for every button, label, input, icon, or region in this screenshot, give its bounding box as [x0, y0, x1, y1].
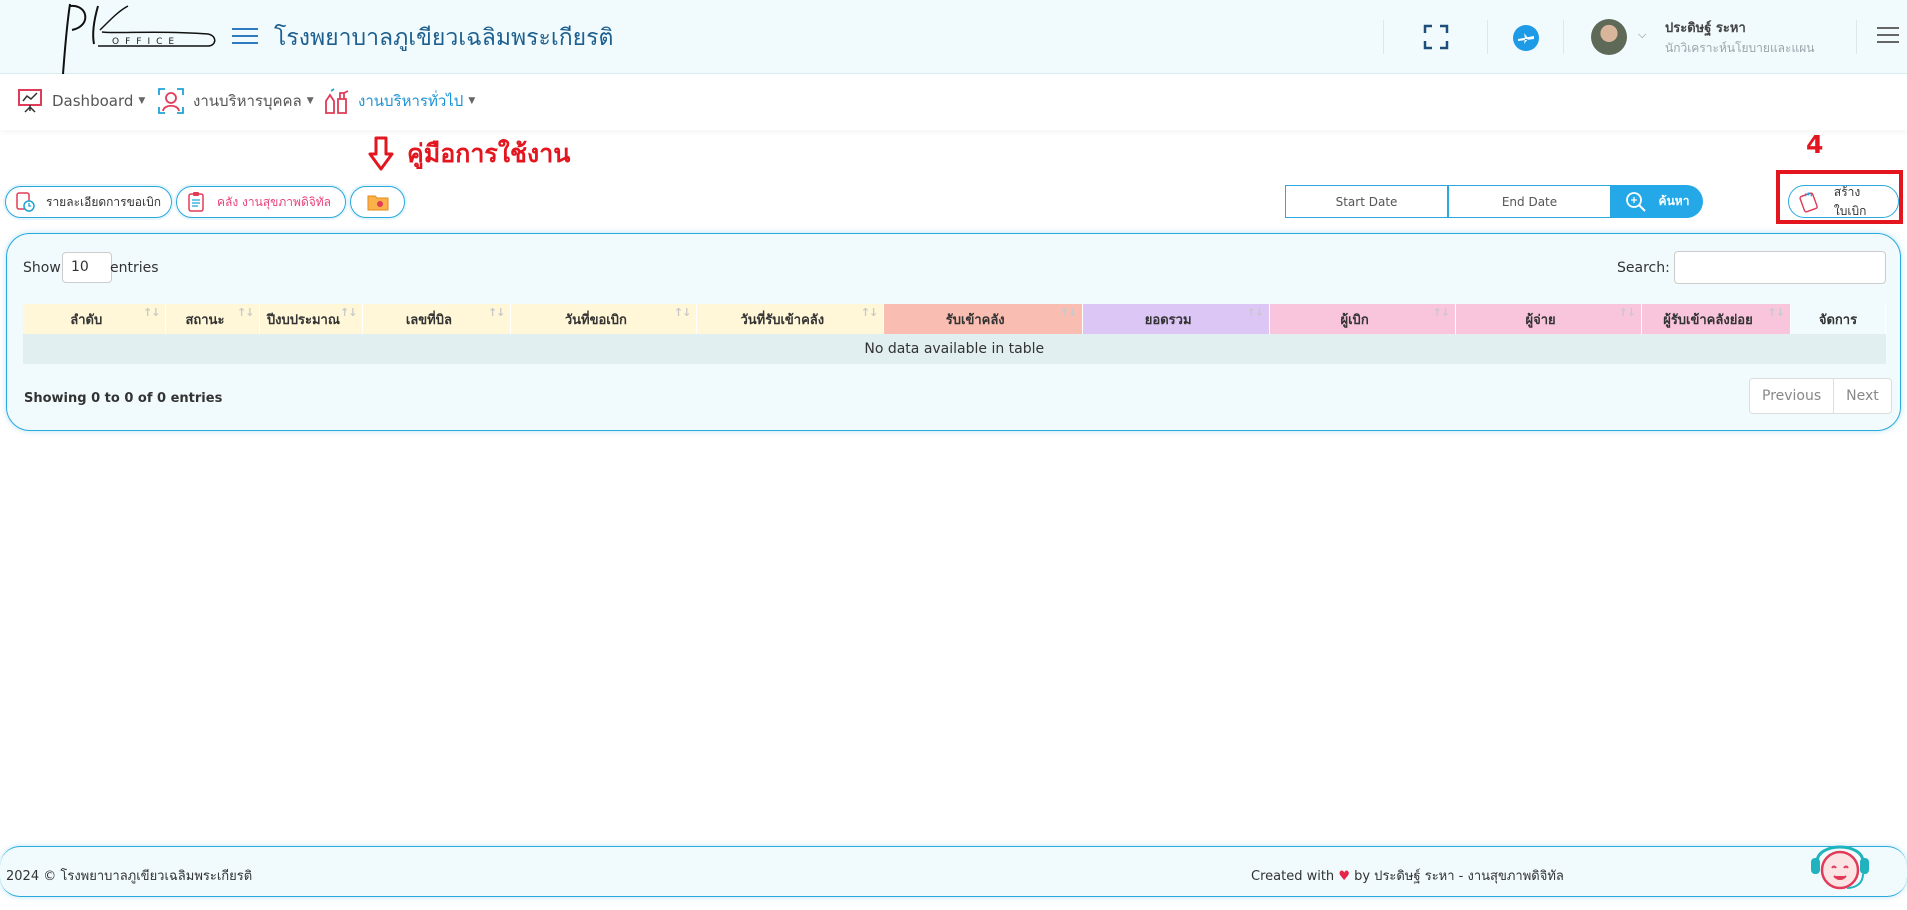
search-icon — [1625, 191, 1646, 212]
chevron-down-icon[interactable]: ⌵ — [1638, 28, 1646, 42]
warehouse-label: คลัง งานสุขภาพดิจิทัล — [217, 194, 332, 209]
main-nav: Dashboard ▼ งานบริหารบุคคล ▼ งานบริหารทั… — [0, 74, 1907, 130]
column-header[interactable]: ผู้รับเข้าคลังย่อย ↑↓ — [1641, 304, 1791, 334]
heart-icon: ♥ — [1338, 869, 1350, 884]
created-with-label: Created with — [1251, 869, 1335, 884]
sort-icon: ↑↓ — [487, 306, 505, 319]
folder-icon — [367, 195, 388, 211]
column-header[interactable]: วันที่รับเข้าคลัง ↑↓ — [696, 304, 885, 334]
footer: 2024 © โรงพยาบาลภูเขียวเฉลิมพระเกียรติ C… — [0, 846, 1907, 897]
credit-author: by ประดิษฐ์ ระหา - งานสุขภาพดิจิทัล — [1354, 869, 1564, 884]
top-header: OFFICE โรงพยาบาลภูเขียวเฉลิมพระเกียรติ ⌵… — [0, 0, 1907, 89]
warehouse-button[interactable]: คลัง งานสุขภาพดิจิทัล — [176, 186, 346, 218]
divider — [1487, 20, 1488, 54]
credit-text: Created with ♥ by ประดิษฐ์ ระหา - งานสุข… — [1251, 865, 1564, 886]
sort-icon: ↑↓ — [237, 306, 254, 319]
copyright-text: 2024 © โรงพยาบาลภูเขียวเฉลิมพระเกียรติ — [6, 869, 253, 884]
sort-icon: ↑↓ — [1618, 306, 1636, 319]
sort-icon: ↑↓ — [1246, 306, 1264, 319]
sort-icon: ↑↓ — [673, 306, 691, 319]
notepad-icon — [1799, 191, 1818, 213]
clipboard-icon — [188, 192, 204, 212]
menu-icon[interactable] — [232, 28, 258, 46]
divider — [1856, 20, 1857, 54]
request-detail-label: รายละเอียดการขอเบิก — [46, 194, 161, 209]
table-search-input[interactable] — [1674, 251, 1886, 284]
sort-icon: ↑↓ — [1432, 306, 1450, 319]
column-header[interactable]: ผู้เบิก ↑↓ — [1269, 304, 1457, 334]
nav-label: งานบริหารทั่วไป — [358, 92, 464, 110]
data-table: ลำดับ ↑↓ สถานะ ↑↓ ปีงบประมาณ ↑↓ เลขที่บิล ↑↓… — [23, 304, 1887, 364]
column-header: จัดการ — [1790, 304, 1887, 334]
create-requisition-button[interactable]: สร้างใบเบิก — [1788, 185, 1899, 218]
sort-icon: ↑↓ — [860, 306, 878, 319]
nav-item-personnel[interactable]: งานบริหารบุคคล ▼ — [157, 86, 314, 116]
table-row: No data available in table — [23, 334, 1886, 364]
page-length-select[interactable]: 10 — [62, 252, 112, 283]
page: OFFICE โรงพยาบาลภูเขียวเฉลิมพระเกียรติ ⌵… — [0, 0, 1907, 910]
nav-item-dashboard[interactable]: Dashboard ▼ — [16, 86, 145, 116]
caret-down-icon: ▼ — [138, 96, 146, 106]
show-label: Show — [23, 260, 61, 276]
sort-icon: ↑↓ — [1059, 306, 1077, 319]
nav-label: Dashboard — [52, 92, 134, 110]
column-header[interactable]: ยอดรวม ↑↓ — [1082, 304, 1271, 334]
sort-icon: ↑↓ — [1767, 306, 1785, 319]
divider — [1383, 20, 1384, 54]
user-name[interactable]: ประดิษฐ์ ระหา — [1665, 17, 1746, 38]
entries-label: entries — [110, 260, 159, 276]
column-header[interactable]: สถานะ ↑↓ — [165, 304, 261, 334]
column-header[interactable]: ปีงบประมาณ ↑↓ — [259, 304, 364, 334]
document-clock-icon — [16, 192, 35, 212]
data-table-panel: Show 10 entries Search: ลำดับ ↑↓ สถานะ ↑↓ … — [6, 233, 1901, 431]
divider — [1563, 20, 1564, 54]
empty-table-message: No data available in table — [23, 334, 1886, 364]
column-header[interactable]: ผู้จ่าย ↑↓ — [1455, 304, 1642, 334]
search-label: Search: — [1617, 260, 1670, 276]
request-detail-button[interactable]: รายละเอียดการขอเบิก — [5, 186, 172, 218]
caret-down-icon: ▼ — [306, 96, 314, 106]
svg-text:OFFICE: OFFICE — [112, 37, 180, 47]
search-button-label: ค้นหา — [1658, 194, 1690, 208]
support-chat-icon[interactable] — [1805, 828, 1875, 902]
cleaning-icon — [325, 88, 349, 114]
column-header[interactable]: เลขที่บิล ↑↓ — [362, 304, 512, 334]
column-header[interactable]: ลำดับ ↑↓ — [23, 304, 167, 334]
caret-down-icon: ▼ — [468, 96, 476, 106]
step-number: 4 — [1806, 130, 1824, 159]
nav-item-general-admin[interactable]: งานบริหารทั่วไป ▼ — [322, 86, 475, 116]
nav-label: งานบริหารบุคคล — [193, 92, 302, 110]
sort-icon: ↑↓ — [143, 306, 160, 319]
column-header[interactable]: วันที่ขอเบิก ↑↓ — [510, 304, 698, 334]
table-header-row: ลำดับ ↑↓ สถานะ ↑↓ ปีงบประมาณ ↑↓ เลขที่บิล ↑↓… — [23, 304, 1887, 334]
start-date-input[interactable] — [1285, 185, 1448, 218]
person-icon — [158, 88, 184, 114]
presentation-icon — [18, 89, 42, 113]
page-title: โรงพยาบาลภูเขียวเฉลิมพระเกียรติ — [274, 25, 614, 51]
column-header[interactable]: รับเข้าคลัง ↑↓ — [883, 304, 1084, 334]
user-role: นักวิเคราะห์นโยบายและแผน — [1665, 41, 1815, 55]
previous-button[interactable]: Previous — [1750, 379, 1833, 413]
avatar[interactable] — [1591, 19, 1627, 55]
sort-icon: ↑↓ — [339, 306, 357, 319]
table-info: Showing 0 to 0 of 0 entries — [24, 391, 223, 406]
menu-icon[interactable] — [1877, 27, 1899, 48]
next-button[interactable]: Next — [1833, 379, 1891, 413]
airplane-icon[interactable] — [1512, 24, 1540, 56]
manual-label[interactable]: คู่มือการใช้งาน — [407, 134, 570, 174]
search-button[interactable]: ค้นหา — [1611, 185, 1703, 218]
end-date-input[interactable] — [1448, 185, 1611, 218]
pagination: Previous Next — [1749, 378, 1892, 414]
date-filter: ค้นหา — [1285, 185, 1703, 218]
arrow-down-icon — [368, 136, 394, 176]
fullscreen-icon[interactable] — [1423, 24, 1449, 54]
create-requisition-label: สร้างใบเบิก — [1833, 184, 1867, 218]
folder-button[interactable] — [350, 186, 405, 218]
